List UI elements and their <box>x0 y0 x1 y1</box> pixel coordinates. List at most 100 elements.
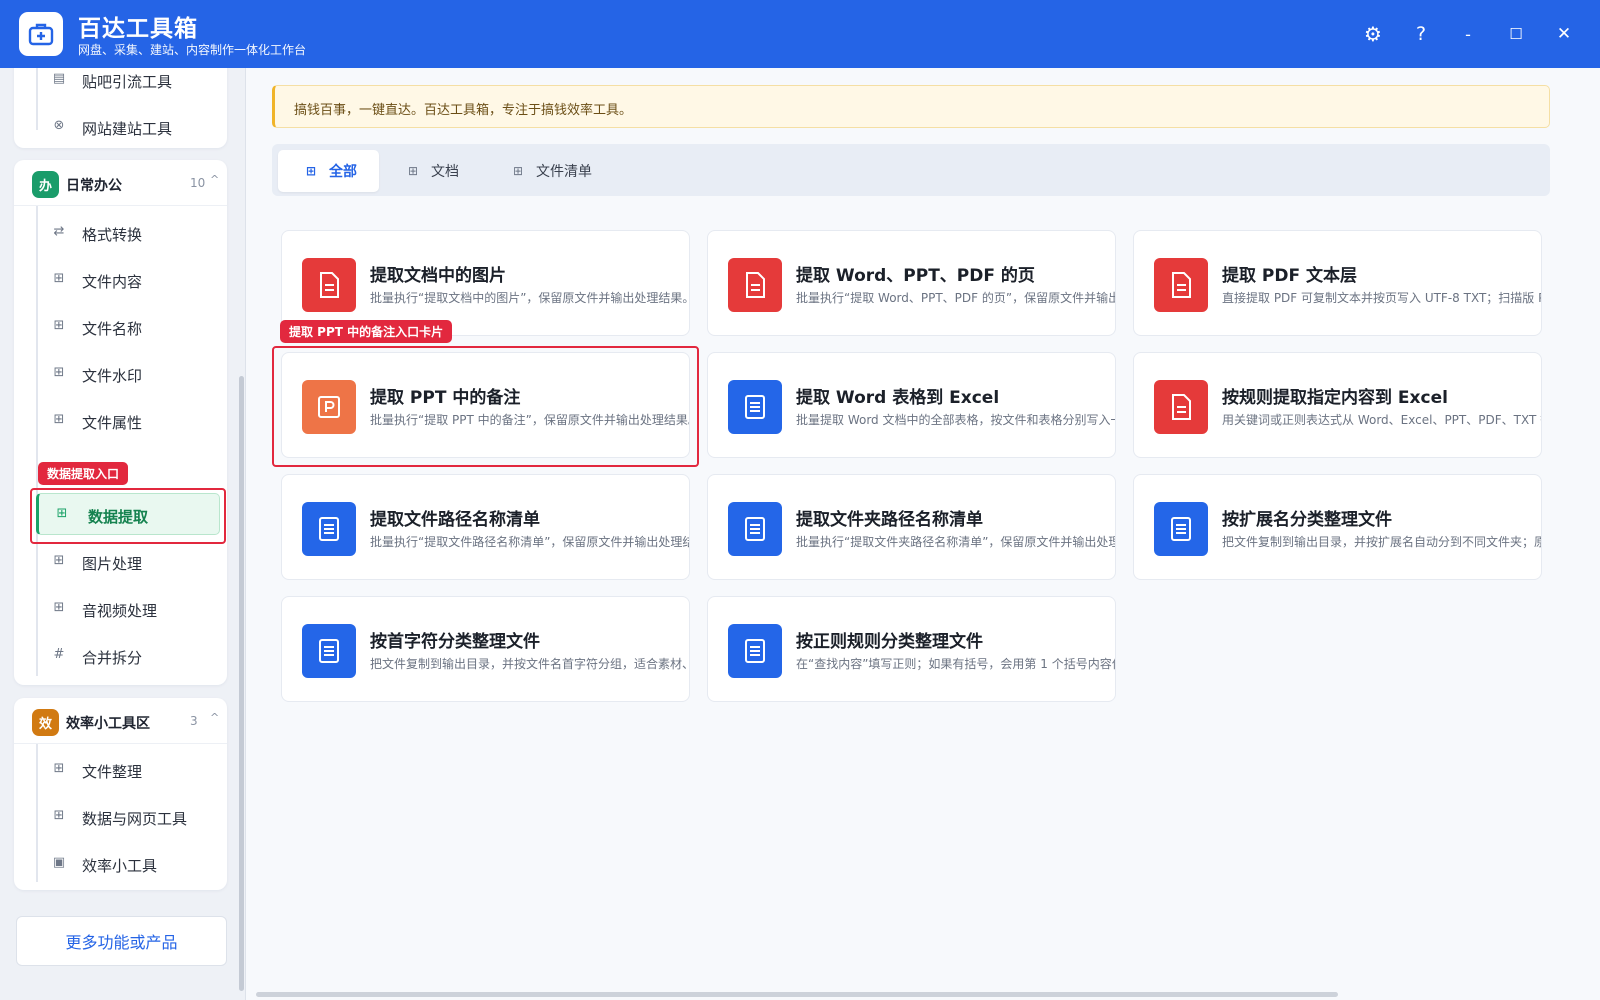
help-icon[interactable]: ? <box>1405 18 1437 50</box>
tool-card-sort-by-regex[interactable]: 按正则规则分类整理文件 在“查找内容”填写正则；如果有括号，会用第 1 个括号内… <box>707 596 1116 702</box>
tool-card-word-table-to-excel[interactable]: 提取 Word 表格到 Excel 批量提取 Word 文档中的全部表格，按文件… <box>707 352 1116 458</box>
grid-icon: ⊞ <box>408 164 419 178</box>
sidebar-scrollbar[interactable] <box>239 146 244 991</box>
document-icon <box>728 624 782 678</box>
grid-icon: ⊞ <box>513 164 524 178</box>
card-description: 批量执行“提取文件夹路径名称清单”，保留原文件并输出处理结果 <box>796 535 1116 549</box>
tool-card-extract-ppt-notes[interactable]: 提取 PPT 中的备注 批量执行“提取 PPT 中的备注”，保留原文件并输出处理… <box>281 352 690 458</box>
tab-bar: ⊞ 全部 ⊞ 文档 ⊞ 文件清单 <box>272 144 1550 196</box>
sidebar-item-format-convert[interactable]: ⇄ 格式转换 <box>14 212 227 254</box>
group-title: 日常办公 <box>66 178 122 194</box>
card-description: 批量提取 Word 文档中的全部表格，按文件和表格分别写入一个 E <box>796 413 1116 427</box>
card-description: 批量执行“提取 PPT 中的备注”，保留原文件并输出处理结果。 <box>370 413 690 427</box>
tab-file-list[interactable]: ⊞ 文件清单 <box>495 150 610 192</box>
sidebar-item-site-builder[interactable]: ⊗ 网站建站工具 <box>14 106 227 148</box>
grid-icon: ⊞ <box>306 164 317 178</box>
chevron-up-icon[interactable]: ^ <box>210 173 219 186</box>
sidebar-item-file-organize[interactable]: ⊞ 文件整理 <box>14 749 227 791</box>
sidebar-item-file-attributes[interactable]: ⊞ 文件属性 <box>14 400 227 442</box>
app-subtitle: 网盘、采集、建站、内容制作一体化工作台 <box>78 43 307 57</box>
grid-icon: ⊞ <box>53 412 65 427</box>
chevron-up-icon[interactable]: ^ <box>210 711 219 724</box>
ppt-icon <box>302 380 356 434</box>
sidebar-group-top: ▤ 贴吧引流工具 ⊗ 网站建站工具 <box>14 68 227 148</box>
group-count: 3 <box>190 714 198 728</box>
hash-icon: # <box>53 647 65 662</box>
grid-icon: ⊞ <box>53 318 65 333</box>
card-title: 按首字符分类整理文件 <box>370 632 540 652</box>
grid-icon: ⊞ <box>53 271 65 286</box>
card-description: 批量执行“提取文档中的图片”，保留原文件并输出处理结果。 <box>370 291 690 305</box>
main-content: 搞钱百事，一键直达。百达工具箱，专注于搞钱效率工具。 ⊞ 全部 ⊞ 文档 ⊞ 文… <box>246 68 1600 1000</box>
card-title: 按规则提取指定内容到 Excel <box>1222 388 1448 408</box>
sidebar-item-data-web-tools[interactable]: ⊞ 数据与网页工具 <box>14 796 227 838</box>
sidebar-item-image-processing[interactable]: ⊞ 图片处理 <box>14 541 227 583</box>
toolbox-logo-icon <box>19 12 63 56</box>
sidebar-item-file-watermark[interactable]: ⊞ 文件水印 <box>14 353 227 395</box>
maximize-button[interactable]: ☐ <box>1500 18 1532 50</box>
annotation-tag-data-extract: 数据提取入口 <box>38 462 129 485</box>
tool-card-file-path-list[interactable]: 提取文件路径名称清单 批量执行“提取文件路径名称清单”，保留原文件并输出处理结果… <box>281 474 690 580</box>
tool-card-rule-extract-to-excel[interactable]: 按规则提取指定内容到 Excel 用关键词或正则表达式从 Word、Excel、… <box>1133 352 1542 458</box>
more-features-button[interactable]: 更多功能或产品 <box>16 916 227 966</box>
card-title: 提取文档中的图片 <box>370 266 506 286</box>
card-title: 提取 Word 表格到 Excel <box>796 388 1000 408</box>
pdf-doc-icon <box>1154 380 1208 434</box>
document-icon <box>1154 502 1208 556</box>
app-title: 百达工具箱 <box>78 16 198 42</box>
pdf-doc-icon <box>1154 258 1208 312</box>
card-title: 按扩展名分类整理文件 <box>1222 510 1392 530</box>
swap-icon: ⇄ <box>53 224 65 239</box>
close-button[interactable]: ✕ <box>1548 18 1580 50</box>
office-badge: 办 <box>32 171 59 198</box>
sidebar-item-file-name[interactable]: ⊞ 文件名称 <box>14 306 227 348</box>
tool-card-extract-pdf-text[interactable]: 提取 PDF 文本层 直接提取 PDF 可复制文本并按页写入 UTF-8 TXT… <box>1133 230 1542 336</box>
group-count: 10 <box>190 176 206 190</box>
settings-icon[interactable]: ⚙ <box>1357 18 1389 50</box>
card-description: 在“查找内容”填写正则；如果有括号，会用第 1 个括号内容作为分类文件夹名。 <box>796 657 1115 671</box>
sidebar-item-audio-video[interactable]: ⊞ 音视频处理 <box>14 588 227 630</box>
tool-card-sort-by-extension[interactable]: 按扩展名分类整理文件 把文件复制到输出目录，并按扩展名自动分到不同文件夹；原文件… <box>1133 474 1542 580</box>
card-description: 批量执行“提取 Word、PPT、PDF 的页”，保留原文件并输出处理 <box>796 291 1116 305</box>
tab-all[interactable]: ⊞ 全部 <box>278 150 379 192</box>
card-title: 提取 PDF 文本层 <box>1222 266 1358 286</box>
group-header-office[interactable]: 办 日常办公 10 ^ <box>14 160 227 206</box>
document-icon <box>728 380 782 434</box>
group-header-efficiency[interactable]: 效 效率小工具区 3 ^ <box>14 698 227 744</box>
grid-icon: ⊞ <box>53 761 65 776</box>
sidebar-group-office: 办 日常办公 10 ^ ⇄ 格式转换 ⊞ 文件内容 ⊞ 文件名称 ⊞ 文件水印 … <box>14 160 227 685</box>
card-title: 提取文件夹路径名称清单 <box>796 510 983 530</box>
sidebar-item-data-extract[interactable]: ⊞ 数据提取 <box>36 493 220 535</box>
card-title: 提取文件路径名称清单 <box>370 510 540 530</box>
pdf-doc-icon <box>302 258 356 312</box>
document-icon <box>302 624 356 678</box>
sidebar-item-file-content[interactable]: ⊞ 文件内容 <box>14 259 227 301</box>
minimize-button[interactable]: - <box>1452 18 1484 50</box>
notice-banner: 搞钱百事，一键直达。百达工具箱，专注于搞钱效率工具。 <box>272 85 1550 128</box>
globe-icon: ⊗ <box>53 118 65 133</box>
card-description: 把文件复制到输出目录，并按扩展名自动分到不同文件夹；原文件不 <box>1222 535 1541 549</box>
grid-icon: ⊞ <box>53 553 65 568</box>
group-title: 效率小工具区 <box>66 716 150 732</box>
card-description: 直接提取 PDF 可复制文本并按页写入 UTF-8 TXT；扫描版 PDF 请使 <box>1222 291 1541 305</box>
grid-icon: ⊞ <box>53 808 65 823</box>
document-icon <box>728 502 782 556</box>
tool-card-extract-pages[interactable]: 提取 Word、PPT、PDF 的页 批量执行“提取 Word、PPT、PDF … <box>707 230 1116 336</box>
horizontal-scrollbar[interactable] <box>256 992 1596 998</box>
document-icon <box>302 502 356 556</box>
card-description: 用关键词或正则表达式从 Word、Excel、PPT、PDF、TXT 等文档中 <box>1222 413 1541 427</box>
tab-documents[interactable]: ⊞ 文档 <box>390 150 477 192</box>
tool-card-folder-path-list[interactable]: 提取文件夹路径名称清单 批量执行“提取文件夹路径名称清单”，保留原文件并输出处理… <box>707 474 1116 580</box>
card-title: 提取 PPT 中的备注 <box>370 388 521 408</box>
sidebar: ▤ 贴吧引流工具 ⊗ 网站建站工具 办 日常办公 10 ^ ⇄ 格式转换 ⊞ 文… <box>0 68 246 1000</box>
sidebar-group-efficiency: 效 效率小工具区 3 ^ ⊞ 文件整理 ⊞ 数据与网页工具 ▣ 效率小工具 <box>14 698 227 890</box>
grid-icon: ⊞ <box>53 365 65 380</box>
sidebar-item-merge-split[interactable]: # 合并拆分 <box>14 635 227 677</box>
doc-icon: ▤ <box>52 71 66 86</box>
tool-card-sort-by-first-char[interactable]: 按首字符分类整理文件 把文件复制到输出目录，并按文件名首字符分组，适合素材、文档 <box>281 596 690 702</box>
efficiency-badge: 效 <box>32 709 59 736</box>
card-title: 按正则规则分类整理文件 <box>796 632 983 652</box>
card-description: 把文件复制到输出目录，并按文件名首字符分组，适合素材、文档 <box>370 657 690 671</box>
sidebar-item-efficiency-tools[interactable]: ▣ 效率小工具 <box>14 843 227 885</box>
sidebar-item-tieba[interactable]: ▤ 贴吧引流工具 <box>14 68 227 101</box>
